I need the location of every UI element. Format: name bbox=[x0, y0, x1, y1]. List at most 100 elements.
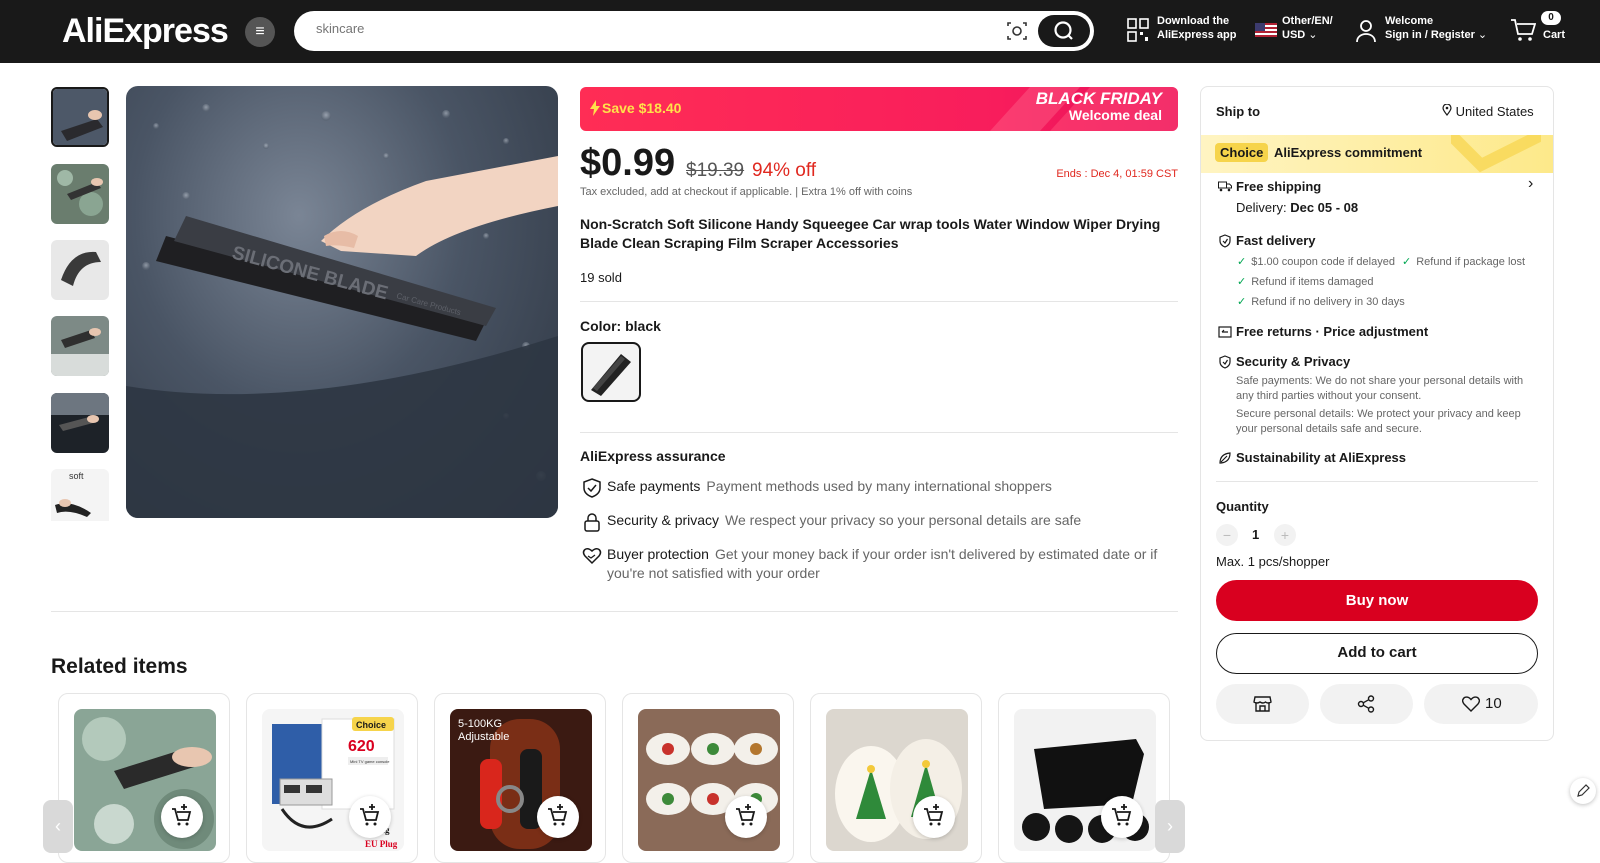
related-item-card[interactable] bbox=[998, 693, 1170, 863]
checkmark-decoration bbox=[1451, 135, 1541, 173]
quantity-value[interactable]: 1 bbox=[1252, 527, 1259, 542]
truck-icon bbox=[1218, 181, 1232, 192]
deal-end-time: Ends : Dec 4, 01:59 CST bbox=[1056, 168, 1178, 180]
color-swatch-black[interactable] bbox=[581, 342, 641, 402]
product-thumbnail-6[interactable]: soft bbox=[51, 469, 109, 529]
locale-selector[interactable]: Other/EN/ USD ⌄ bbox=[1282, 14, 1333, 42]
product-main-image[interactable]: SILICONE BLADE Car Care Products bbox=[126, 86, 558, 518]
search-icon bbox=[1054, 21, 1073, 40]
console-subtitle: Mini TV game console bbox=[350, 759, 390, 764]
assurance-value: We respect your privacy so your personal… bbox=[725, 512, 1082, 528]
cart-plus-icon bbox=[360, 804, 380, 826]
original-price: $19.39 bbox=[686, 160, 745, 181]
download-app-link[interactable]: Download the AliExpress app bbox=[1157, 14, 1236, 42]
sign-in-register-link[interactable]: Sign in / Register bbox=[1385, 29, 1475, 41]
related-item-card[interactable] bbox=[622, 693, 794, 863]
product-thumbnail-4[interactable] bbox=[51, 316, 109, 376]
store-button[interactable] bbox=[1216, 684, 1309, 724]
product-thumbnail-5[interactable] bbox=[51, 393, 109, 453]
store-icon bbox=[1253, 696, 1272, 712]
thumbnail-image bbox=[51, 393, 109, 453]
carousel-next-button[interactable]: › bbox=[1155, 800, 1185, 853]
qr-code-icon[interactable] bbox=[1127, 18, 1149, 42]
quantity-label: Quantity bbox=[1216, 499, 1269, 514]
promo-banner: Save $18.40 BLACK FRIDAY Welcome deal bbox=[580, 87, 1178, 131]
related-item-card[interactable]: 5-100KG Adjustable bbox=[434, 693, 606, 863]
menu-button[interactable]: ≡ bbox=[245, 17, 275, 47]
sold-count: 19 sold bbox=[580, 270, 622, 285]
quantity-increase-button[interactable]: + bbox=[1274, 524, 1296, 546]
black-friday-label: BLACK FRIDAY Welcome deal bbox=[1036, 90, 1162, 124]
cart-icon[interactable] bbox=[1510, 18, 1536, 42]
lightning-icon bbox=[590, 100, 600, 116]
sustainability-row[interactable]: Sustainability at AliExpress bbox=[1218, 450, 1406, 465]
chevron-right-icon: › bbox=[1167, 816, 1173, 836]
chevron-right-icon[interactable]: › bbox=[1528, 175, 1533, 193]
search-input[interactable] bbox=[316, 21, 966, 36]
buy-now-button[interactable]: Buy now bbox=[1216, 580, 1538, 621]
return-box-icon bbox=[1218, 326, 1232, 338]
event-subtitle: Welcome deal bbox=[1068, 107, 1162, 123]
tax-note: Tax excluded, add at checkout if applica… bbox=[580, 186, 913, 198]
thumbnail-image bbox=[51, 316, 109, 376]
product-title: Non-Scratch Soft Silicone Handy Squeegee… bbox=[580, 216, 1161, 251]
assurance-value: Payment methods used by many internation… bbox=[706, 478, 1052, 494]
share-button[interactable] bbox=[1320, 684, 1413, 724]
ship-to-label: Ship to bbox=[1216, 104, 1261, 119]
account-menu[interactable]: Welcome Sign in / Register ⌄ bbox=[1385, 14, 1487, 42]
add-to-cart-button[interactable] bbox=[913, 796, 955, 838]
add-to-cart-button[interactable] bbox=[1101, 796, 1143, 838]
pencil-icon bbox=[1577, 784, 1590, 797]
add-to-cart-button[interactable] bbox=[725, 796, 767, 838]
check-icon: ✓ bbox=[1402, 256, 1412, 268]
ship-to-country[interactable]: United States bbox=[1442, 103, 1534, 119]
chevron-left-icon: ‹ bbox=[55, 816, 61, 836]
us-flag-icon bbox=[1255, 23, 1277, 37]
swatch-image bbox=[591, 354, 631, 396]
assurance-title: AliExpress assurance bbox=[580, 448, 726, 464]
choice-badge: Choice bbox=[356, 720, 386, 730]
assurance-key: Security & privacy bbox=[607, 512, 720, 528]
add-to-cart-button[interactable] bbox=[161, 796, 203, 838]
color-label: Color: black bbox=[580, 318, 661, 334]
product-thumbnail-3[interactable] bbox=[51, 240, 109, 300]
wishlist-button[interactable]: 10 bbox=[1424, 684, 1538, 724]
thumbnail-image bbox=[51, 164, 109, 224]
thumbnail-caption: soft bbox=[69, 471, 84, 481]
quantity-decrease-button[interactable]: − bbox=[1216, 524, 1238, 546]
divider bbox=[51, 611, 1178, 612]
check-icon: ✓ bbox=[1237, 296, 1247, 308]
cart-label[interactable]: Cart bbox=[1543, 28, 1565, 42]
image-search-icon[interactable] bbox=[1006, 20, 1028, 42]
related-item-card[interactable] bbox=[58, 693, 230, 863]
fast-delivery-item: ✓ $1.00 coupon code if delayed bbox=[1237, 256, 1395, 268]
user-icon[interactable] bbox=[1355, 19, 1377, 43]
current-price: $0.99 bbox=[580, 142, 676, 184]
shield-icon bbox=[1219, 234, 1231, 248]
delivery-label: Delivery: bbox=[1236, 200, 1287, 215]
discount-label: 94% off bbox=[752, 160, 817, 181]
aliexpress-logo[interactable]: AliExpress bbox=[62, 12, 229, 51]
carousel-prev-button[interactable]: ‹ bbox=[43, 800, 73, 853]
chevron-down-icon: ⌄ bbox=[1477, 29, 1488, 41]
add-to-cart-button[interactable] bbox=[349, 796, 391, 838]
related-item-card[interactable]: Choice 620 Mini TV game console ug EU Pl… bbox=[246, 693, 418, 863]
delivery-info: Delivery: Dec 05 - 08 bbox=[1236, 200, 1358, 215]
product-thumbnail-2[interactable] bbox=[51, 164, 109, 224]
locale-line1: Other/EN/ bbox=[1282, 15, 1333, 27]
feedback-button[interactable] bbox=[1570, 778, 1596, 804]
max-quantity-note: Max. 1 pcs/shopper bbox=[1216, 554, 1330, 569]
fast-delivery-item: ✓ Refund if items damaged bbox=[1237, 276, 1374, 288]
thumbnail-image bbox=[51, 240, 109, 300]
search-button[interactable] bbox=[1038, 15, 1090, 47]
related-item-card[interactable] bbox=[810, 693, 982, 863]
product-thumbnail-1[interactable] bbox=[51, 87, 109, 147]
cart-count-badge: 0 bbox=[1541, 11, 1561, 25]
search-bar bbox=[294, 11, 1094, 51]
add-to-cart-button[interactable]: Add to cart bbox=[1216, 633, 1538, 674]
free-shipping-row[interactable]: Free shipping bbox=[1218, 179, 1321, 194]
add-to-cart-button[interactable] bbox=[537, 796, 579, 838]
assurance-key: Safe payments bbox=[607, 478, 701, 494]
choice-commitment-bar[interactable]: Choice AliExpress commitment bbox=[1201, 135, 1553, 173]
free-returns-label: Free returns · Price adjustment bbox=[1236, 324, 1429, 339]
